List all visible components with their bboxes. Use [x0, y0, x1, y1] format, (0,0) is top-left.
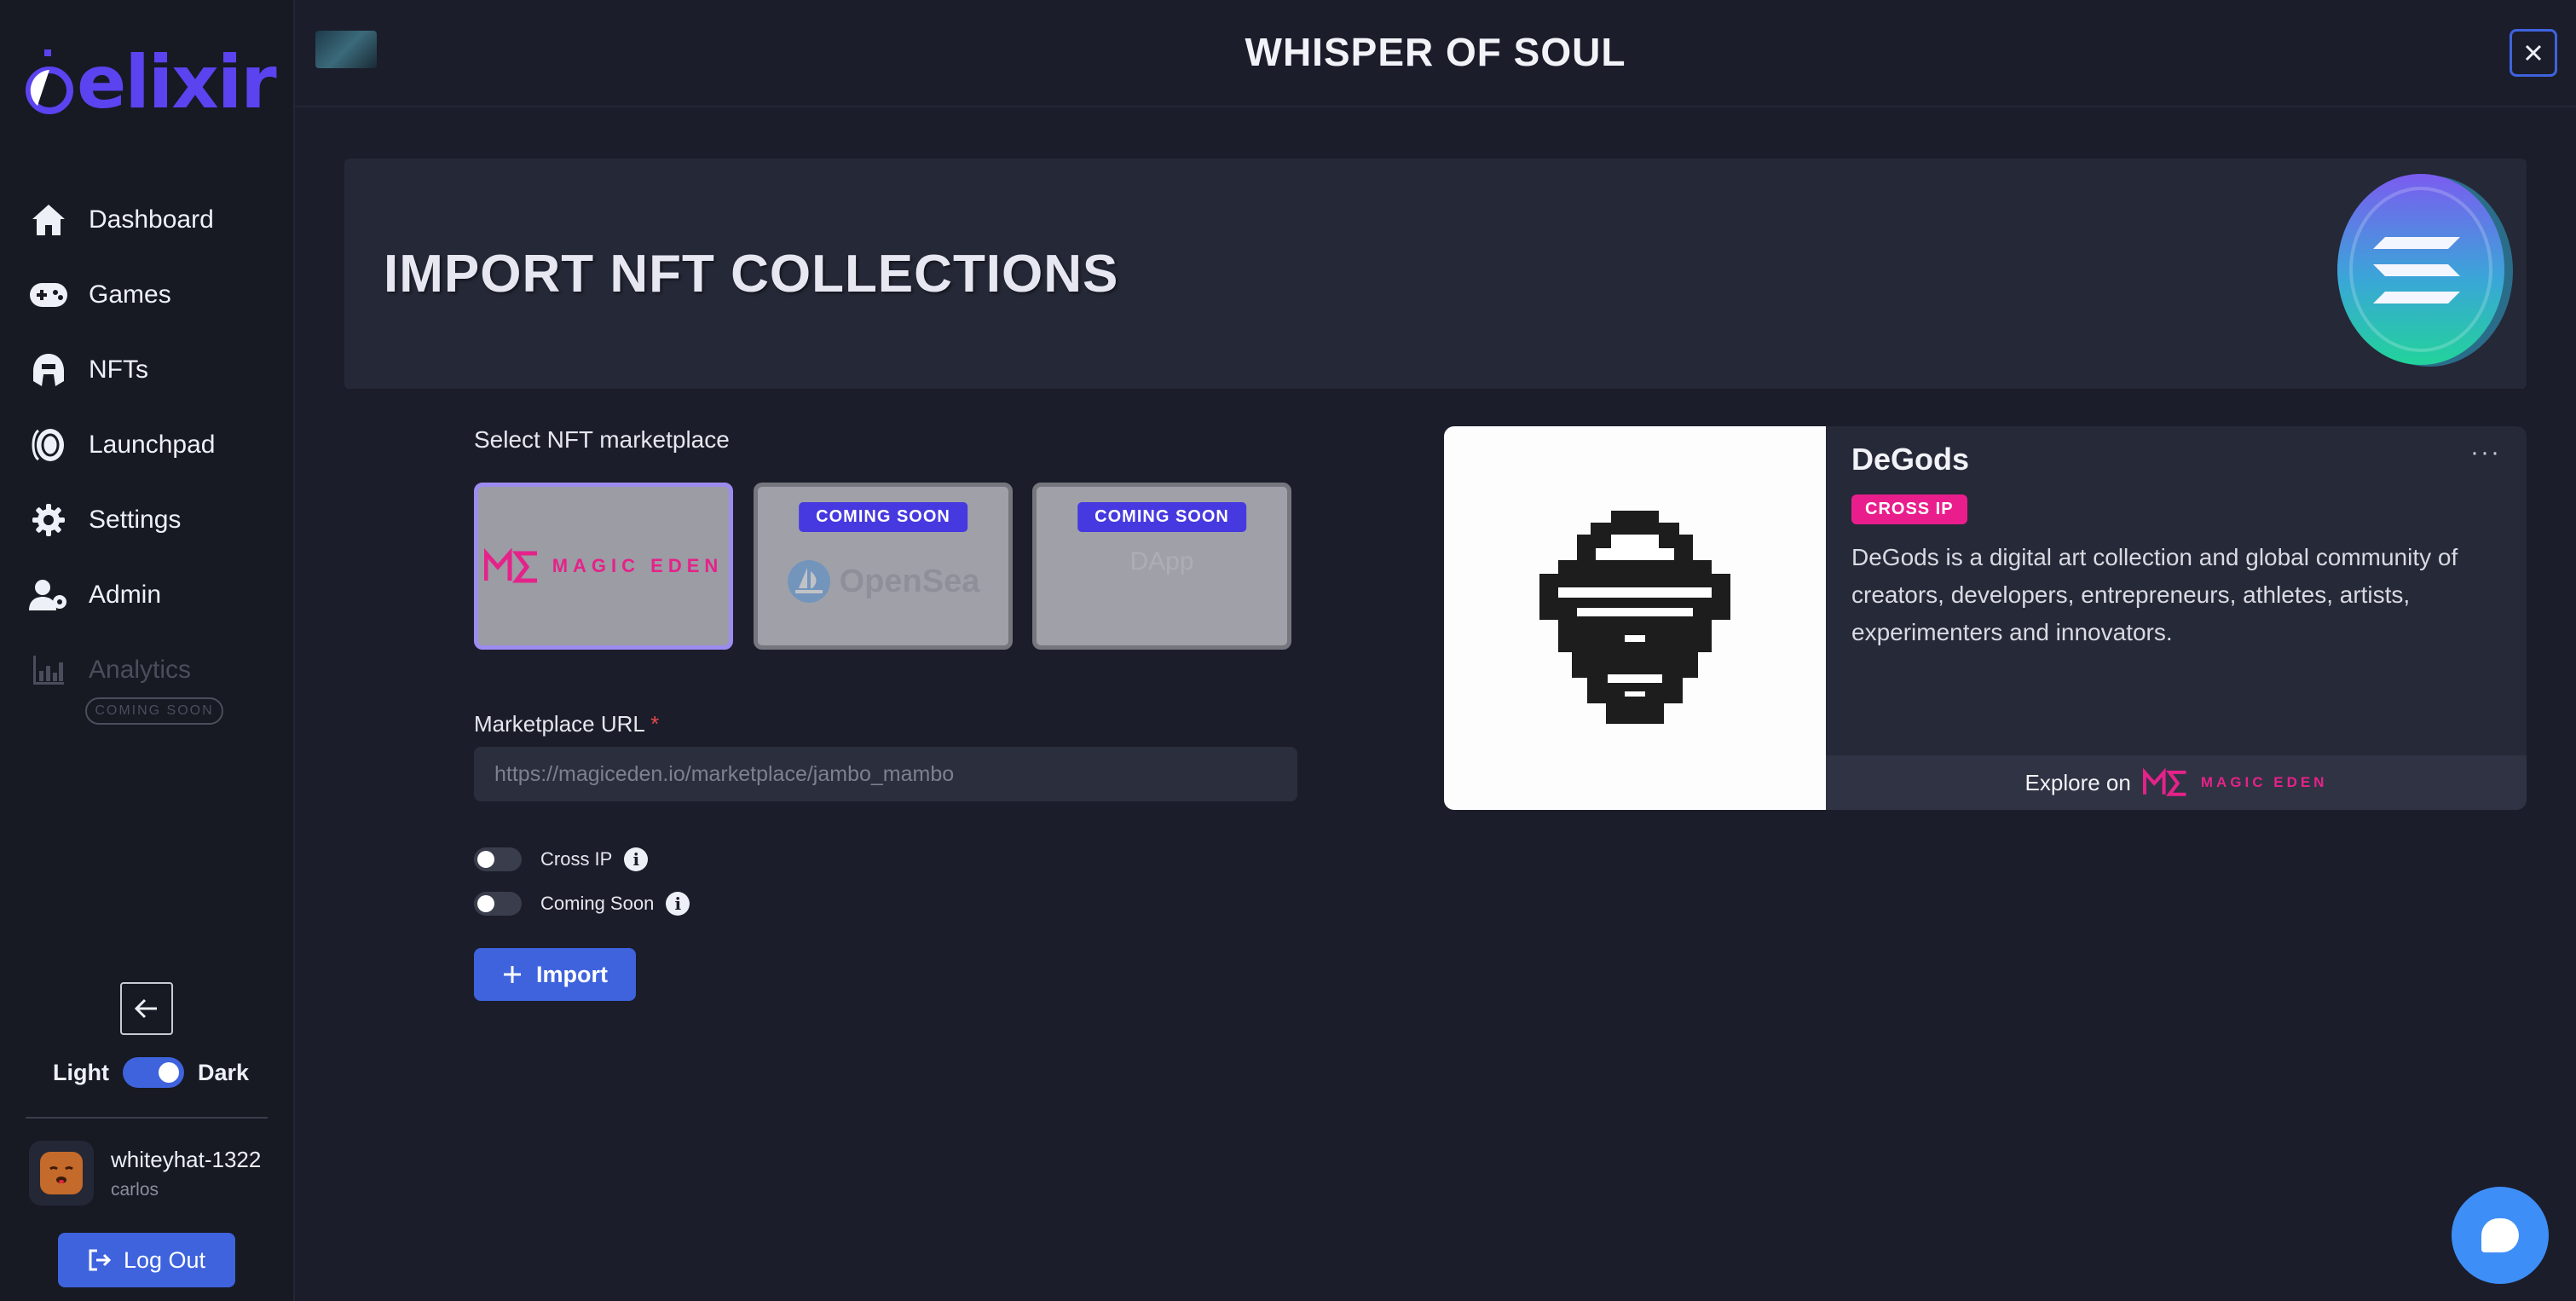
- chat-bubble-icon: [2481, 1218, 2519, 1252]
- sidebar-item-admin[interactable]: Admin: [29, 570, 161, 621]
- close-icon: [2525, 44, 2542, 61]
- hero-title: IMPORT NFT COLLECTIONS: [384, 245, 1119, 304]
- page-title: WHISPER OF SOUL: [1245, 30, 1626, 74]
- more-options-icon[interactable]: ···: [2470, 438, 2501, 467]
- user-profile[interactable]: whiteyhat-1322 carlos: [29, 1141, 261, 1206]
- sidebar-item-label: NFTs: [89, 356, 148, 384]
- coming-soon-badge: COMING SOON: [1077, 502, 1246, 532]
- divider: [26, 1117, 268, 1119]
- user-admin-icon: [29, 575, 68, 615]
- magic-eden-logo-icon: [2142, 768, 2186, 796]
- top-bar: WHISPER OF SOUL: [295, 0, 2576, 107]
- arrow-left-icon: [135, 998, 157, 1019]
- sidebar-item-label: Admin: [89, 581, 162, 609]
- sidebar-item-nfts[interactable]: NFTs: [29, 344, 148, 396]
- elixir-logo[interactable]: elixir: [26, 40, 277, 125]
- info-icon[interactable]: i: [624, 847, 649, 871]
- marketplace-option-dapp[interactable]: COMING SOON DApp: [1032, 483, 1291, 650]
- theme-toggle[interactable]: [122, 1057, 184, 1088]
- marketplace-name: MAGIC EDEN: [552, 555, 724, 576]
- sidebar-item-label: Analytics: [89, 656, 192, 684]
- brand-name: elixir: [77, 40, 277, 125]
- marketplace-url-input[interactable]: https://magiceden.io/marketplace/jambo_m…: [474, 747, 1297, 801]
- sidebar-item-label: Dashboard: [89, 205, 214, 234]
- logout-button[interactable]: Log Out: [58, 1233, 235, 1287]
- helmet-icon: [29, 350, 68, 390]
- required-mark: *: [650, 711, 660, 737]
- gamepad-icon: [29, 275, 68, 315]
- username: whiteyhat-1322: [111, 1146, 262, 1172]
- magic-eden-logo-icon: [483, 548, 537, 583]
- sidebar-item-dashboard[interactable]: Dashboard: [29, 194, 214, 246]
- user-name: carlos: [111, 1179, 159, 1200]
- marketplace-option-opensea[interactable]: COMING SOON OpenSea: [754, 483, 1013, 650]
- logout-icon: [89, 1249, 112, 1271]
- cross-ip-badge: CROSS IP: [1851, 494, 1967, 524]
- solana-coin-icon: [2337, 174, 2513, 367]
- cross-ip-toggle[interactable]: [474, 847, 522, 871]
- chart-icon: [29, 650, 68, 690]
- sidebar-item-analytics: Analytics: [29, 645, 191, 696]
- explore-brand: MAGIC EDEN: [2200, 774, 2328, 790]
- dark-label: Dark: [197, 1059, 250, 1085]
- collection-image: [1444, 426, 1826, 810]
- plus-icon: [504, 966, 521, 983]
- avatar: [29, 1141, 94, 1206]
- import-label: Import: [536, 961, 608, 987]
- collection-name: DeGods: [1851, 442, 1970, 477]
- coming-soon-badge: COMING SOON: [799, 502, 967, 532]
- collection-description: DeGods is a digital art collection and g…: [1851, 544, 2458, 645]
- explore-link[interactable]: Explore on MAGIC EDEN: [1826, 755, 2527, 810]
- sidebar: elixir Dashboard Games NFTs Launchpad Se…: [0, 0, 295, 1301]
- elixir-logo-icon: [26, 49, 73, 114]
- degods-logo-icon: [1539, 511, 1730, 724]
- marketplace-name: DApp: [1129, 547, 1194, 575]
- marketplace-select-label: Select NFT marketplace: [474, 426, 730, 453]
- sidebar-item-settings[interactable]: Settings: [29, 494, 181, 546]
- sidebar-item-games[interactable]: Games: [29, 269, 171, 321]
- collapse-sidebar-button[interactable]: [120, 982, 173, 1035]
- cross-ip-toggle-row: Cross IP i: [474, 847, 649, 871]
- collection-preview-card: DeGods ··· CROSS IP DeGods is a digital …: [1444, 426, 2527, 810]
- theme-switcher: Light Dark: [53, 1057, 249, 1088]
- home-icon: [29, 200, 68, 240]
- coming-soon-badge: COMING SOON: [85, 697, 223, 725]
- coming-soon-toggle[interactable]: [474, 892, 522, 916]
- coming-soon-label: Coming Soon: [540, 893, 655, 914]
- explore-label: Explore on: [2024, 769, 2131, 795]
- light-label: Light: [53, 1059, 109, 1085]
- sidebar-item-label: Games: [89, 280, 171, 309]
- import-button[interactable]: Import: [474, 948, 636, 1001]
- marketplace-name: OpenSea: [839, 563, 980, 599]
- logout-label: Log Out: [123, 1246, 206, 1273]
- info-icon[interactable]: i: [666, 892, 690, 916]
- hero-banner: IMPORT NFT COLLECTIONS: [344, 159, 2527, 389]
- coin-icon: [29, 425, 68, 465]
- chat-button[interactable]: [2452, 1187, 2549, 1284]
- opensea-logo-icon: [787, 560, 830, 603]
- gear-icon: [29, 500, 68, 540]
- marketplace-url-label: Marketplace URL *: [474, 711, 660, 737]
- marketplace-option-magic-eden[interactable]: MAGIC EDEN: [474, 483, 733, 650]
- cross-ip-label: Cross IP: [540, 848, 613, 870]
- close-button[interactable]: [2510, 29, 2557, 77]
- coming-soon-toggle-row: Coming Soon i: [474, 892, 690, 916]
- sidebar-item-label: Settings: [89, 506, 182, 534]
- sidebar-item-label: Launchpad: [89, 431, 216, 459]
- sidebar-item-launchpad[interactable]: Launchpad: [29, 419, 215, 471]
